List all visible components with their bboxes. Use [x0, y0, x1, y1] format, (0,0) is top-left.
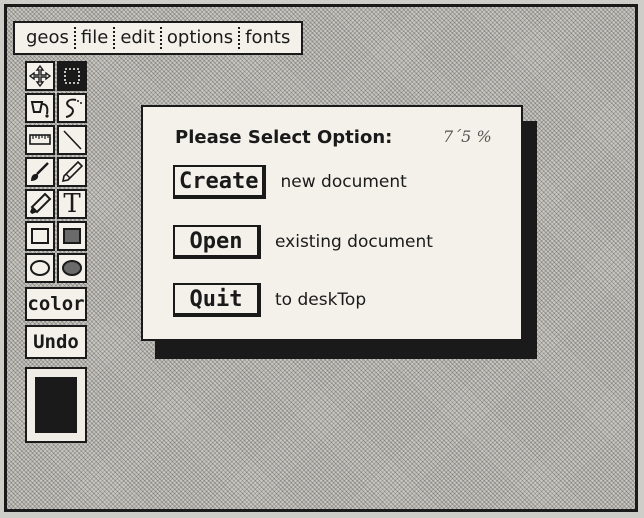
- undo-button[interactable]: Undo: [25, 325, 87, 359]
- current-color-swatch[interactable]: [25, 367, 87, 443]
- quit-button[interactable]: Quit: [173, 283, 261, 317]
- option-row-create: Create new document: [173, 165, 407, 199]
- menu-file[interactable]: file: [76, 23, 113, 53]
- color-button[interactable]: color: [25, 287, 87, 321]
- brush-tool[interactable]: [25, 157, 55, 187]
- menu-geos[interactable]: geos: [21, 23, 74, 53]
- color-fill: [35, 377, 77, 433]
- dialog-title: Please Select Option:: [175, 127, 393, 148]
- handwritten-note: 7´5 %: [443, 127, 492, 146]
- rectangle-icon: [31, 228, 49, 244]
- paint-bucket-tool[interactable]: [25, 93, 55, 123]
- ruler-icon: [29, 134, 51, 145]
- filled-ellipse-tool[interactable]: [57, 253, 87, 283]
- eraser-tool[interactable]: [25, 189, 55, 219]
- create-description: new document: [280, 172, 407, 192]
- rectangle-tool[interactable]: [25, 221, 55, 251]
- menu-fonts[interactable]: fonts: [240, 23, 295, 53]
- open-button[interactable]: Open: [173, 225, 261, 259]
- brush-icon: [31, 162, 49, 181]
- create-button[interactable]: Create: [173, 165, 267, 199]
- selection-tool[interactable]: [57, 61, 87, 91]
- tool-palette: T color Undo: [25, 61, 87, 443]
- geos-screen: geos file edit options fonts T color Und…: [4, 4, 638, 512]
- option-row-open: Open existing document: [173, 225, 433, 259]
- paint-bucket-icon: [30, 101, 49, 118]
- option-row-quit: Quit to deskTop: [173, 283, 366, 317]
- text-tool-icon: T: [63, 189, 81, 219]
- move-icon: [28, 64, 52, 88]
- quit-description: to deskTop: [275, 290, 367, 310]
- eraser-icon: [30, 192, 52, 214]
- filled-ellipse-icon: [62, 260, 82, 276]
- move-tool[interactable]: [25, 61, 55, 91]
- text-tool[interactable]: T: [57, 189, 87, 219]
- ellipse-icon: [30, 260, 50, 276]
- menu-options[interactable]: options: [162, 23, 238, 53]
- open-description: existing document: [275, 232, 433, 252]
- filled-rectangle-tool[interactable]: [57, 221, 87, 251]
- ruler-tool[interactable]: [25, 125, 55, 155]
- lasso-tool[interactable]: [57, 93, 87, 123]
- menu-edit[interactable]: edit: [115, 23, 160, 53]
- filled-rectangle-icon: [63, 228, 81, 244]
- select-option-dialog: Please Select Option: 7´5 % Create new d…: [141, 105, 523, 341]
- pencil-tool[interactable]: [57, 157, 87, 187]
- line-icon: [63, 130, 82, 150]
- pencil-icon: [61, 160, 84, 183]
- selection-icon: [64, 68, 80, 84]
- lasso-icon: [65, 98, 82, 118]
- ellipse-tool[interactable]: [25, 253, 55, 283]
- line-tool[interactable]: [57, 125, 87, 155]
- menu-bar: geos file edit options fonts: [13, 21, 304, 55]
